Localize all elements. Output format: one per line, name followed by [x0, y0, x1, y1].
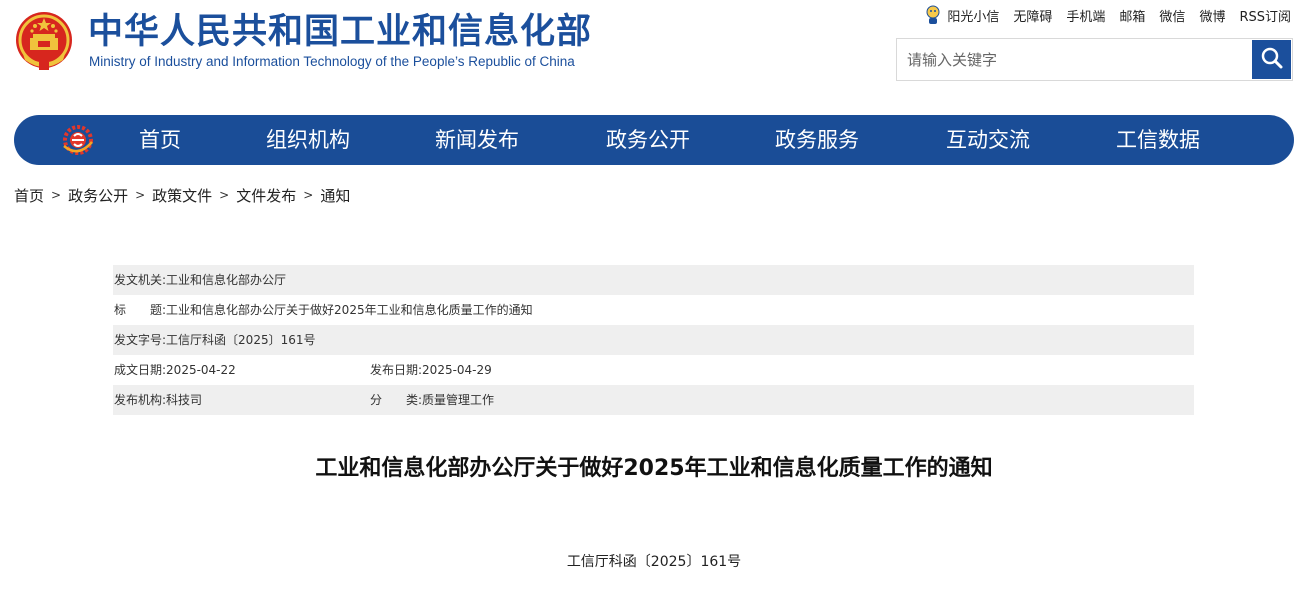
breadcrumb-separator: >	[51, 188, 62, 202]
main-nav: 首页 组织机构 新闻发布 政务公开 政务服务 互动交流 工信数据	[14, 115, 1294, 165]
info-row-title: 标 题:工业和信息化部办公厅关于做好2025年工业和信息化质量工作的通知	[113, 295, 1194, 325]
published-date-label: 发布日期:	[370, 363, 423, 377]
nav-data[interactable]: 工信数据	[1116, 115, 1200, 165]
national-emblem-icon	[13, 10, 75, 74]
document-title: 工业和信息化部办公厅关于做好2025年工业和信息化质量工作的通知	[315, 456, 993, 481]
issuer-label: 发文机关:	[114, 273, 167, 287]
written-date-label: 成文日期:	[114, 363, 167, 377]
published-date-value: 2025-04-29	[422, 363, 492, 377]
issuer-value: 工业和信息化部办公厅	[166, 273, 287, 287]
breadcrumb: 首页 > 政务公开 > 政策文件 > 文件发布 > 通知	[14, 185, 350, 205]
title-value: 工业和信息化部办公厅关于做好2025年工业和信息化质量工作的通知	[166, 303, 533, 317]
toplink-accessibility[interactable]: 无障碍	[1013, 6, 1052, 25]
search-input[interactable]	[897, 39, 1252, 80]
nav-organization[interactable]: 组织机构	[266, 115, 350, 165]
docno-value: 工信厅科函〔2025〕161号	[166, 333, 316, 347]
breadcrumb-home[interactable]: 首页	[14, 185, 44, 206]
search-icon	[1260, 46, 1284, 73]
top-links: 阳光小信 无障碍 手机端 邮箱 微信 微博 RSS订阅	[925, 4, 1291, 26]
site-title: 中华人民共和国工业和信息化部	[88, 12, 593, 52]
category-label: 分 类:	[370, 393, 423, 407]
written-date-value: 2025-04-22	[166, 363, 236, 377]
breadcrumb-policy-files[interactable]: 政策文件	[152, 185, 212, 206]
breadcrumb-gov-affairs[interactable]: 政务公开	[68, 185, 128, 206]
miit-logo-icon[interactable]	[61, 124, 95, 156]
mascot-icon	[925, 5, 941, 25]
toplink-label: 阳光小信	[947, 9, 1000, 25]
toplink-weibo[interactable]: 微博	[1199, 6, 1225, 25]
docno-label: 发文字号:	[114, 333, 167, 347]
info-row-org: 发布机构:科技司 分 类:质量管理工作	[113, 385, 1194, 415]
nav-interaction[interactable]: 互动交流	[946, 115, 1030, 165]
document-info-table: 发文机关:工业和信息化部办公厅 标 题:工业和信息化部办公厅关于做好2025年工…	[113, 265, 1194, 415]
info-row-issuer: 发文机关:工业和信息化部办公厅	[113, 265, 1194, 295]
nav-news[interactable]: 新闻发布	[435, 115, 519, 165]
category-value: 质量管理工作	[422, 393, 495, 407]
toplink-rss[interactable]: RSS订阅	[1239, 6, 1291, 25]
org-label: 发布机构:	[114, 393, 167, 407]
toplink-sunshine[interactable]: 阳光小信	[925, 5, 999, 25]
search-button[interactable]	[1252, 40, 1291, 79]
breadcrumb-file-release[interactable]: 文件发布	[236, 185, 296, 206]
org-value: 科技司	[166, 393, 203, 407]
breadcrumb-notice[interactable]: 通知	[320, 185, 350, 206]
breadcrumb-separator: >	[219, 188, 230, 202]
search-box	[896, 38, 1293, 81]
breadcrumb-separator: >	[303, 188, 314, 202]
breadcrumb-separator: >	[135, 188, 146, 202]
title-label: 标 题:	[114, 303, 167, 317]
toplink-wechat[interactable]: 微信	[1159, 6, 1185, 25]
toplink-mobile[interactable]: 手机端	[1066, 6, 1105, 25]
nav-gov-services[interactable]: 政务服务	[775, 115, 859, 165]
info-row-dates: 成文日期:2025-04-22 发布日期:2025-04-29	[113, 355, 1194, 385]
nav-gov-affairs[interactable]: 政务公开	[606, 115, 690, 165]
document-number: 工信厅科函〔2025〕161号	[566, 554, 742, 570]
toplink-mail[interactable]: 邮箱	[1119, 6, 1145, 25]
site-title-english: Ministry of Industry and Information Tec…	[89, 54, 575, 69]
nav-home[interactable]: 首页	[139, 115, 181, 165]
info-row-docno: 发文字号:工信厅科函〔2025〕161号	[113, 325, 1194, 355]
